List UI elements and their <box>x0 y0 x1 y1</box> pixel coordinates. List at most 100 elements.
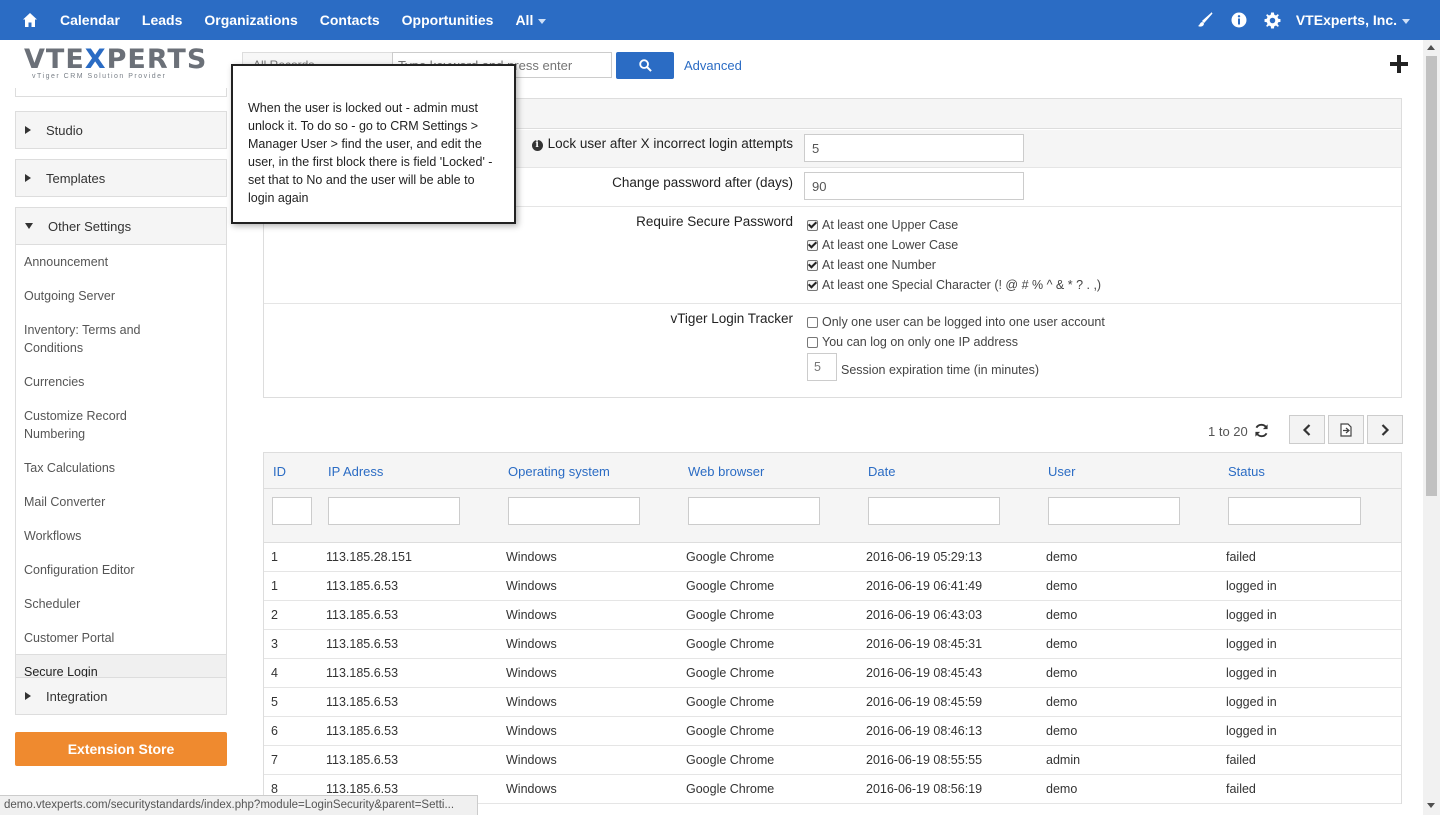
page-jump-button[interactable] <box>1328 415 1364 444</box>
nav-leads[interactable]: Leads <box>142 12 182 28</box>
sidebar-section-templates[interactable]: Templates <box>15 159 227 197</box>
sidebar-item-inventory-terms[interactable]: Inventory: Terms and Conditions <box>16 312 166 364</box>
sidebar-item-customize-numbering[interactable]: Customize Record Numbering <box>16 398 166 450</box>
number-option[interactable]: At least one Number <box>807 258 936 272</box>
upper-case-checkbox[interactable] <box>807 219 818 231</box>
main-nav: Calendar Leads Organizations Contacts Op… <box>60 0 568 40</box>
sidebar-item-mail-converter[interactable]: Mail Converter <box>16 484 226 518</box>
upper-case-option[interactable]: At least one Upper Case <box>807 218 958 232</box>
scroll-up-arrow-icon[interactable] <box>1427 45 1435 50</box>
single-session-checkbox[interactable] <box>807 316 818 328</box>
cell-status: logged in <box>1226 666 1277 680</box>
sidebar-item-customer-portal[interactable]: Customer Portal <box>16 620 226 654</box>
nav-all-menu[interactable]: All <box>515 12 547 28</box>
advanced-search-link[interactable]: Advanced <box>684 58 742 73</box>
home-icon[interactable] <box>0 0 60 40</box>
column-header-os[interactable]: Operating system <box>508 464 610 479</box>
table-row: 5 113.185.6.53 Windows Google Chrome 2016-06… <box>264 688 1401 717</box>
sidebar-section-label: Templates <box>46 170 106 186</box>
filter-os-input[interactable] <box>508 497 640 525</box>
cell-os: Windows <box>506 753 557 767</box>
filter-user-input[interactable] <box>1048 497 1180 525</box>
sidebar-item-scheduler[interactable]: Scheduler <box>16 586 226 620</box>
cell-ip: 113.185.6.53 <box>326 666 399 680</box>
filter-browser-input[interactable] <box>688 497 820 525</box>
sidebar-section-integration[interactable]: Integration <box>15 677 227 715</box>
paintbrush-icon[interactable] <box>1188 12 1222 28</box>
nav-calendar[interactable]: Calendar <box>60 12 120 28</box>
single-session-option[interactable]: Only one user can be logged into one use… <box>807 315 1105 329</box>
page-scrollbar[interactable] <box>1423 40 1440 815</box>
secure-password-label: Require Secure Password <box>636 214 793 229</box>
lock-attempts-input[interactable] <box>804 134 1024 162</box>
scroll-down-arrow-icon[interactable] <box>1427 803 1435 808</box>
triangle-right-icon <box>25 126 31 134</box>
session-expiration-input[interactable] <box>807 353 837 381</box>
table-row: 2 113.185.6.53 Windows Google Chrome 2016-06… <box>264 601 1401 630</box>
cell-id: 1 <box>271 579 278 593</box>
extension-store-button[interactable]: Extension Store <box>15 732 227 766</box>
vtexperts-logo[interactable]: VTEXPERTS vTiger CRM Solution Provider <box>24 46 206 86</box>
filter-id-input[interactable] <box>272 497 312 525</box>
filter-date-input[interactable] <box>868 497 1000 525</box>
column-header-id[interactable]: ID <box>273 464 286 479</box>
other-settings-header[interactable]: Other Settings <box>16 208 226 244</box>
filter-status-input[interactable] <box>1228 497 1361 525</box>
nav-all-label: All <box>515 12 534 28</box>
single-ip-option[interactable]: You can log on only one IP address <box>807 335 1018 349</box>
sidebar-item-currencies[interactable]: Currencies <box>16 364 226 398</box>
company-menu[interactable]: VTExperts, Inc. <box>1296 12 1410 28</box>
cell-user: demo <box>1046 695 1078 709</box>
sidebar-item-tax-calculations[interactable]: Tax Calculations <box>16 450 226 484</box>
cell-id: 6 <box>271 724 278 738</box>
filter-ip-input[interactable] <box>328 497 460 525</box>
sidebar-item-workflows[interactable]: Workflows <box>16 518 226 552</box>
search-button[interactable] <box>616 52 674 79</box>
plus-icon[interactable] <box>1388 53 1410 75</box>
lower-case-option[interactable]: At least one Lower Case <box>807 238 958 252</box>
sidebar-section-studio[interactable]: Studio <box>15 111 227 149</box>
cell-os: Windows <box>506 579 557 593</box>
cell-status: failed <box>1226 550 1256 564</box>
nav-contacts[interactable]: Contacts <box>320 12 380 28</box>
next-page-button[interactable] <box>1367 415 1403 444</box>
column-header-ip[interactable]: IP Adress <box>328 464 383 479</box>
previous-page-button[interactable] <box>1289 415 1325 444</box>
cell-date: 2016-06-19 08:45:31 <box>866 637 983 651</box>
table-row: 3 113.185.6.53 Windows Google Chrome 2016-06… <box>264 630 1401 659</box>
info-icon[interactable] <box>1222 12 1256 28</box>
session-expiration: Session expiration time (in minutes) <box>807 353 1039 381</box>
info-icon[interactable]: i <box>531 140 543 151</box>
cell-status: logged in <box>1226 724 1277 738</box>
nav-organizations[interactable]: Organizations <box>204 12 297 28</box>
scrollbar-thumb[interactable] <box>1426 56 1437 496</box>
cell-user: demo <box>1046 666 1078 680</box>
table-row: 7 113.185.6.53 Windows Google Chrome 2016-06… <box>264 746 1401 775</box>
nav-opportunities[interactable]: Opportunities <box>402 12 494 28</box>
browser-status-bar: demo.vtexperts.com/securitystandards/ind… <box>0 795 478 815</box>
cell-date: 2016-06-19 05:29:13 <box>866 550 983 564</box>
table-row: 4 113.185.6.53 Windows Google Chrome 2016-06… <box>264 659 1401 688</box>
sidebar-item-announcement[interactable]: Announcement <box>16 245 226 278</box>
other-settings-list: Announcement Outgoing Server Inventory: … <box>16 244 226 687</box>
cell-id: 1 <box>271 550 278 564</box>
column-header-browser[interactable]: Web browser <box>688 464 764 479</box>
cell-id: 2 <box>271 608 278 622</box>
column-header-user[interactable]: User <box>1048 464 1075 479</box>
number-checkbox[interactable] <box>807 259 818 271</box>
cell-user: admin <box>1046 753 1081 767</box>
refresh-icon[interactable] <box>1254 423 1270 439</box>
page-range: 1 to 20 <box>1208 424 1248 439</box>
cell-id: 4 <box>271 666 278 680</box>
special-char-option[interactable]: At least one Special Character (! @ # % … <box>807 278 1101 292</box>
change-password-days-input[interactable] <box>804 172 1024 200</box>
column-header-status[interactable]: Status <box>1228 464 1265 479</box>
gear-icon[interactable] <box>1256 12 1290 29</box>
single-ip-checkbox[interactable] <box>807 336 818 348</box>
lower-case-checkbox[interactable] <box>807 239 818 251</box>
login-history-table: ID IP Adress Operating system Web browse… <box>263 452 1402 804</box>
special-char-checkbox[interactable] <box>807 279 818 291</box>
sidebar-item-outgoing-server[interactable]: Outgoing Server <box>16 278 226 312</box>
column-header-date[interactable]: Date <box>868 464 895 479</box>
sidebar-item-configuration-editor[interactable]: Configuration Editor <box>16 552 226 586</box>
